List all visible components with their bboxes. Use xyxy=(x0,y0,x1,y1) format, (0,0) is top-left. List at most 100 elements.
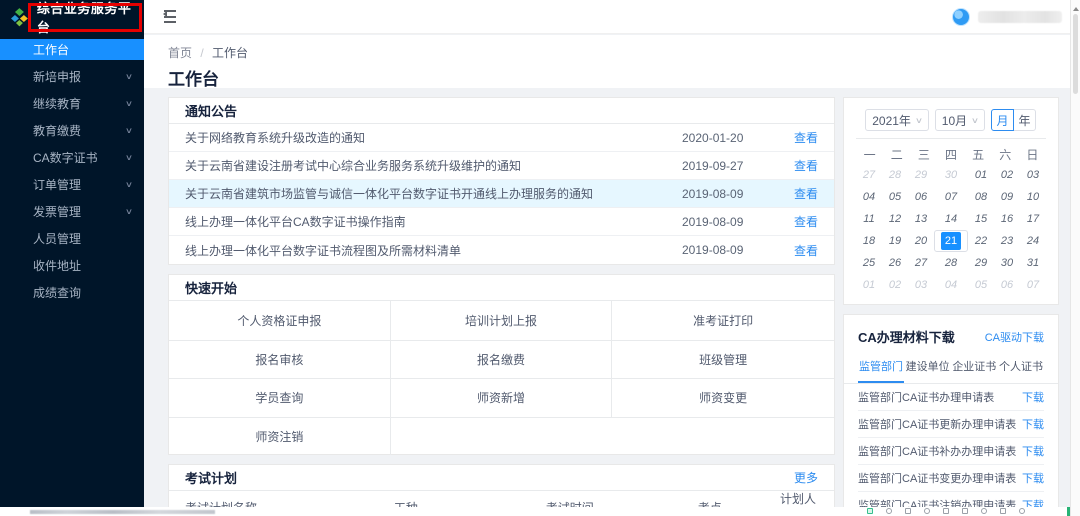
calendar-day[interactable]: 30 xyxy=(994,252,1020,274)
ca-download-link[interactable]: 下载 xyxy=(1022,389,1044,405)
user-avatar[interactable] xyxy=(952,8,970,26)
ca-driver-download-link[interactable]: CA驱动下载 xyxy=(985,329,1044,345)
sidebar-item[interactable]: 新培申报 ∨ xyxy=(0,66,144,87)
ca-download-link[interactable]: 下载 xyxy=(1022,443,1044,459)
quick-start-item[interactable]: 报名缴费 xyxy=(391,340,613,379)
quick-start-item[interactable]: 报名审核 xyxy=(169,340,391,379)
sidebar-item[interactable]: 人员管理 xyxy=(0,228,144,249)
sidebar-item[interactable]: 成绩查询 xyxy=(0,282,144,303)
ca-tab[interactable]: 建设单位 xyxy=(905,356,951,383)
calendar-day[interactable]: 29 xyxy=(968,252,994,274)
menu-fold-icon[interactable] xyxy=(160,10,176,24)
notice-view-link[interactable]: 查看 xyxy=(786,185,818,202)
calendar-day[interactable]: 24 xyxy=(1020,230,1046,252)
calendar-day[interactable]: 26 xyxy=(882,252,908,274)
sidebar-item[interactable]: 教育缴费 ∨ xyxy=(0,120,144,141)
calendar-mode-month-button[interactable]: 月 xyxy=(991,109,1014,131)
calendar-day[interactable]: 18 xyxy=(856,230,882,252)
calendar-day[interactable]: 20 xyxy=(908,230,934,252)
calendar-day[interactable]: 31 xyxy=(1020,252,1046,274)
calendar-day[interactable]: 13 xyxy=(908,208,934,230)
calendar-day[interactable]: 15 xyxy=(968,208,994,230)
notice-view-link[interactable]: 查看 xyxy=(786,213,818,230)
ca-tab[interactable]: 企业证书 xyxy=(951,356,997,383)
notice-view-link[interactable]: 查看 xyxy=(786,129,818,146)
calendar-day[interactable]: 07 xyxy=(934,186,968,208)
calendar-day[interactable]: 17 xyxy=(1020,208,1046,230)
calendar-day[interactable]: 03 xyxy=(908,274,934,296)
calendar-day[interactable]: 25 xyxy=(856,252,882,274)
notice-view-link[interactable]: 查看 xyxy=(786,157,818,174)
quick-start-item[interactable]: 学员查询 xyxy=(169,378,391,417)
notice-row[interactable]: 线上办理一体化平台CA数字证书操作指南 2019-08-09 查看 xyxy=(169,208,834,236)
scrollbar[interactable] xyxy=(1070,0,1080,516)
calendar-year-select[interactable]: 2021年 ∨ xyxy=(865,109,929,131)
quick-start-item[interactable]: 准考证打印 xyxy=(612,301,834,340)
calendar-day[interactable]: 12 xyxy=(882,208,908,230)
exam-plan-more-link[interactable]: 更多 xyxy=(794,469,818,486)
calendar-day[interactable]: 04 xyxy=(934,274,968,296)
calendar-day[interactable]: 27 xyxy=(908,252,934,274)
calendar-day[interactable]: 16 xyxy=(994,208,1020,230)
quick-start-item[interactable]: 师资新增 xyxy=(391,378,613,417)
calendar-day[interactable]: 05 xyxy=(968,274,994,296)
notice-row[interactable]: 关于云南省建筑市场监管与诚信一体化平台数字证书开通线上办理服务的通知 2019-… xyxy=(169,180,834,208)
calendar-day[interactable]: 02 xyxy=(994,164,1020,186)
breadcrumb-current: 工作台 xyxy=(212,46,248,60)
calendar-day[interactable]: 07 xyxy=(1020,274,1046,296)
notice-row[interactable]: 线上办理一体化平台数字证书流程图及所需材料清单 2019-08-09 查看 xyxy=(169,236,834,264)
calendar-day[interactable]: 04 xyxy=(856,186,882,208)
ca-download-list: 监管部门CA证书办理申请表 下载 监管部门CA证书更新办理申请表 下载 监管部门… xyxy=(844,384,1058,507)
ca-download-link[interactable]: 下载 xyxy=(1022,497,1044,507)
calendar-day[interactable]: 01 xyxy=(856,274,882,296)
scrollbar-thumb[interactable] xyxy=(1073,14,1078,94)
calendar-day[interactable]: 28 xyxy=(882,164,908,186)
quick-start-item[interactable]: 个人资格证申报 xyxy=(169,301,391,340)
sidebar-item[interactable]: 收件地址 xyxy=(0,255,144,276)
calendar-day[interactable]: 06 xyxy=(994,274,1020,296)
sidebar-item[interactable]: 工作台 xyxy=(0,39,144,60)
ca-tab[interactable]: 监管部门 xyxy=(858,356,904,383)
calendar-day[interactable]: 09 xyxy=(994,186,1020,208)
calendar-day[interactable]: 06 xyxy=(908,186,934,208)
ca-tab[interactable]: 个人证书 xyxy=(998,356,1044,383)
calendar-month-select[interactable]: 10月 ∨ xyxy=(935,109,985,131)
calendar-day[interactable]: 22 xyxy=(968,230,994,252)
sidebar-item[interactable]: CA数字证书 ∨ xyxy=(0,147,144,168)
quick-start-item[interactable]: 班级管理 xyxy=(612,340,834,379)
quick-start-item[interactable]: 培训计划上报 xyxy=(391,301,613,340)
calendar-day[interactable]: 23 xyxy=(994,230,1020,252)
notice-row[interactable]: 关于网络教育系统升级改造的通知 2020-01-20 查看 xyxy=(169,124,834,152)
quick-start-item[interactable]: 师资注销 xyxy=(169,417,391,456)
notice-view-link[interactable]: 查看 xyxy=(786,242,818,259)
quick-start-item[interactable] xyxy=(612,417,834,456)
calendar-day[interactable]: 08 xyxy=(968,186,994,208)
scrollbar-up-arrow-icon[interactable] xyxy=(1073,4,1079,11)
calendar-day[interactable]: 05 xyxy=(882,186,908,208)
quick-start-item-label: 培训计划上报 xyxy=(465,312,537,329)
calendar-day[interactable]: 28 xyxy=(934,252,968,274)
calendar-day[interactable]: 27 xyxy=(856,164,882,186)
calendar-day[interactable]: 30 xyxy=(934,164,968,186)
content: 通知公告 关于网络教育系统升级改造的通知 2020-01-20 查看 关于云南省… xyxy=(144,88,1080,507)
calendar-day[interactable]: 03 xyxy=(1020,164,1046,186)
calendar-day[interactable]: 11 xyxy=(856,208,882,230)
calendar-day[interactable]: 19 xyxy=(882,230,908,252)
calendar-day[interactable]: 21 xyxy=(934,230,968,252)
sidebar-item[interactable]: 继续教育 ∨ xyxy=(0,93,144,114)
sidebar-item[interactable]: 订单管理 ∨ xyxy=(0,174,144,195)
quick-start-item[interactable]: 师资变更 xyxy=(612,378,834,417)
calendar-day[interactable]: 02 xyxy=(882,274,908,296)
quick-start-item[interactable] xyxy=(391,417,613,456)
calendar-day[interactable]: 10 xyxy=(1020,186,1046,208)
calendar-mode-year-button[interactable]: 年 xyxy=(1013,109,1036,131)
notice-row[interactable]: 关于云南省建设注册考试中心综合业务服务系统升级维护的通知 2019-09-27 … xyxy=(169,152,834,180)
calendar-day[interactable]: 29 xyxy=(908,164,934,186)
calendar-day[interactable]: 01 xyxy=(968,164,994,186)
sidebar-item[interactable]: 发票管理 ∨ xyxy=(0,201,144,222)
calendar-day-number: 06 xyxy=(915,191,927,203)
calendar-day[interactable]: 14 xyxy=(934,208,968,230)
breadcrumb-home[interactable]: 首页 xyxy=(168,46,192,60)
ca-download-link[interactable]: 下载 xyxy=(1022,416,1044,432)
ca-download-link[interactable]: 下载 xyxy=(1022,470,1044,486)
